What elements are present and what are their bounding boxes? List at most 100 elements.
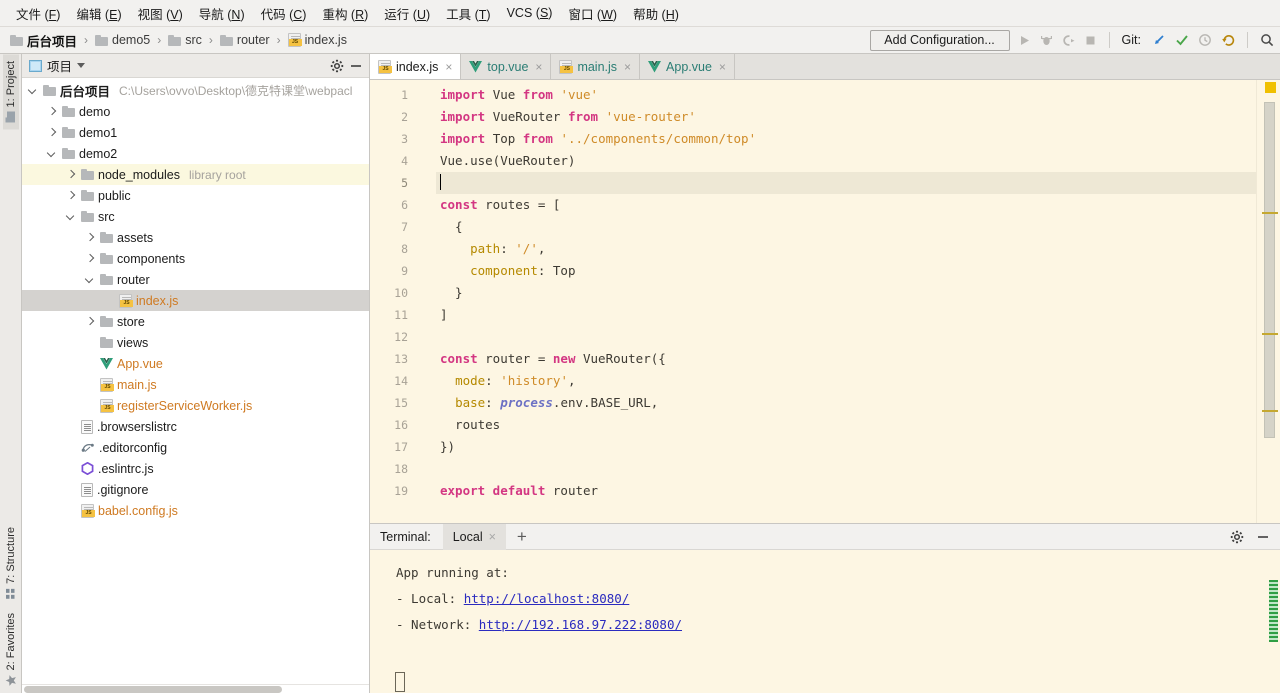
chevron-down-icon[interactable]: [64, 210, 77, 223]
code-line-18[interactable]: [436, 458, 1256, 480]
terminal-scrollbar[interactable]: [1269, 580, 1278, 642]
code-line-10[interactable]: }: [436, 282, 1256, 304]
editor-marker-panel[interactable]: [1256, 80, 1280, 523]
menu-item-7[interactable]: 工具 (T): [438, 2, 498, 25]
chevron-right-icon[interactable]: [83, 252, 96, 265]
stop-icon[interactable]: [1084, 34, 1097, 47]
tree-item-registerserviceworker-js[interactable]: registerServiceWorker.js: [22, 395, 369, 416]
tree-item-src[interactable]: src: [22, 206, 369, 227]
menu-item-8[interactable]: VCS (S): [499, 4, 561, 22]
tree-item-demo[interactable]: demo: [22, 101, 369, 122]
close-icon[interactable]: ×: [719, 60, 726, 74]
code-line-4[interactable]: Vue.use(VueRouter): [436, 150, 1256, 172]
menu-item-3[interactable]: 导航 (N): [191, 2, 253, 25]
close-icon[interactable]: ×: [624, 60, 631, 74]
menu-item-6[interactable]: 运行 (U): [376, 2, 438, 25]
tree-item-router[interactable]: router: [22, 269, 369, 290]
menu-item-9[interactable]: 窗口 (W): [560, 2, 625, 25]
menu-item-0[interactable]: 文件 (F): [8, 2, 68, 25]
tree-item-public[interactable]: public: [22, 185, 369, 206]
menu-item-1[interactable]: 编辑 (E): [68, 2, 129, 25]
tree-item-demo2[interactable]: demo2: [22, 143, 369, 164]
tree-item-components[interactable]: components: [22, 248, 369, 269]
add-configuration-button[interactable]: Add Configuration...: [869, 29, 1010, 51]
git-update-icon[interactable]: [1152, 33, 1166, 47]
git-rollback-icon[interactable]: [1221, 33, 1235, 47]
breadcrumb-item-3[interactable]: router: [218, 33, 272, 47]
tree-item--eslintrc-js[interactable]: .eslintrc.js: [22, 458, 369, 479]
close-icon[interactable]: ×: [535, 60, 542, 74]
menu-item-10[interactable]: 帮助 (H): [625, 2, 687, 25]
terminal-link[interactable]: http://localhost:8080/: [464, 591, 630, 606]
code-line-5[interactable]: [436, 172, 1256, 194]
menu-item-2[interactable]: 视图 (V): [130, 2, 191, 25]
editor-tab-index-js[interactable]: index.js ×: [370, 54, 462, 79]
chevron-down-icon[interactable]: [83, 273, 96, 286]
terminal-minimize-icon[interactable]: [1256, 530, 1280, 544]
code-line-1[interactable]: import Vue from 'vue': [436, 84, 1256, 106]
editor-code[interactable]: import Vue from 'vue' import VueRouter fr…: [436, 80, 1256, 523]
tree-item-main-js[interactable]: main.js: [22, 374, 369, 395]
tree-item-index-js[interactable]: index.js: [22, 290, 369, 311]
code-line-17[interactable]: }): [436, 436, 1256, 458]
chevron-down-icon[interactable]: [77, 63, 86, 68]
breadcrumb-item-1[interactable]: demo5: [93, 33, 152, 47]
close-icon[interactable]: ×: [489, 530, 496, 544]
git-commit-icon[interactable]: [1175, 33, 1189, 47]
new-terminal-tab-button[interactable]: +: [506, 528, 538, 545]
tree-item-demo1[interactable]: demo1: [22, 122, 369, 143]
tree-item-views[interactable]: views: [22, 332, 369, 353]
code-line-6[interactable]: const routes = [: [436, 194, 1256, 216]
editor-tab-App-vue[interactable]: App.vue ×: [640, 54, 735, 79]
code-line-19[interactable]: export default router: [436, 480, 1256, 502]
run-with-coverage-icon[interactable]: [1062, 34, 1075, 47]
code-editor[interactable]: 1 2 3 4 5 6 7 8 9 10 11 12 13 14 15 16 17 18 19 import Vue…: [370, 80, 1280, 523]
run-icon[interactable]: [1018, 34, 1031, 47]
breadcrumb-item-2[interactable]: src: [166, 33, 204, 47]
code-line-16[interactable]: routes: [436, 414, 1256, 436]
terminal-gear-icon[interactable]: [1230, 530, 1256, 544]
gear-icon[interactable]: [330, 59, 344, 73]
code-line-9[interactable]: component: Top: [436, 260, 1256, 282]
search-everywhere-icon[interactable]: [1260, 33, 1274, 47]
editor-vertical-scrollbar[interactable]: [1264, 102, 1275, 438]
editor-gutter[interactable]: 1 2 3 4 5 6 7 8 9 10 11 12 13 14 15 16 17 18 19: [370, 80, 436, 523]
code-line-8[interactable]: path: '/',: [436, 238, 1256, 260]
chevron-right-icon[interactable]: [45, 126, 58, 139]
tree-item--editorconfig[interactable]: .editorconfig: [22, 437, 369, 458]
editor-tab-top-vue[interactable]: top.vue ×: [461, 54, 552, 79]
chevron-down-icon[interactable]: [45, 147, 58, 160]
debug-icon[interactable]: [1040, 34, 1053, 47]
menu-item-5[interactable]: 重构 (R): [314, 2, 376, 25]
code-line-12[interactable]: [436, 326, 1256, 348]
code-line-2[interactable]: import VueRouter from 'vue-router': [436, 106, 1256, 128]
code-line-15[interactable]: base: process.env.BASE_URL,: [436, 392, 1256, 414]
minimize-icon[interactable]: [349, 59, 363, 73]
terminal-link[interactable]: http://192.168.97.222:8080/: [479, 617, 682, 632]
editor-tab-main-js[interactable]: main.js ×: [551, 54, 641, 79]
tree-item--gitignore[interactable]: .gitignore: [22, 479, 369, 500]
tree-item-app-vue[interactable]: App.vue: [22, 353, 369, 374]
chevron-right-icon[interactable]: [83, 315, 96, 328]
breadcrumb-item-4[interactable]: index.js: [286, 33, 349, 47]
chevron-right-icon[interactable]: [83, 231, 96, 244]
chevron-right-icon[interactable]: [64, 189, 77, 202]
git-history-icon[interactable]: [1198, 33, 1212, 47]
chevron-right-icon[interactable]: [64, 168, 77, 181]
menu-item-4[interactable]: 代码 (C): [253, 2, 315, 25]
tree-item-babel-config-js[interactable]: babel.config.js: [22, 500, 369, 521]
chevron-right-icon[interactable]: [45, 105, 58, 118]
code-line-11[interactable]: ]: [436, 304, 1256, 326]
inspection-status-marker[interactable]: [1265, 82, 1276, 93]
code-line-7[interactable]: {: [436, 216, 1256, 238]
close-icon[interactable]: ×: [445, 60, 452, 74]
terminal-tab-local[interactable]: Local ×: [442, 523, 506, 550]
breadcrumb-item-0[interactable]: 后台项目: [8, 31, 79, 50]
code-line-13[interactable]: const router = new VueRouter({: [436, 348, 1256, 370]
sidebar-item-favorites[interactable]: 2: Favorites: [3, 606, 19, 693]
terminal-output[interactable]: App running at: - Local: http://localhos…: [370, 550, 1280, 693]
tree-item-store[interactable]: store: [22, 311, 369, 332]
project-tree[interactable]: 后台项目 C:\Users\ovvo\Desktop\德克特课堂\webpacl d…: [22, 78, 369, 684]
chevron-down-icon[interactable]: [26, 84, 39, 97]
sidebar-item-structure[interactable]: 7: Structure: [3, 520, 19, 606]
